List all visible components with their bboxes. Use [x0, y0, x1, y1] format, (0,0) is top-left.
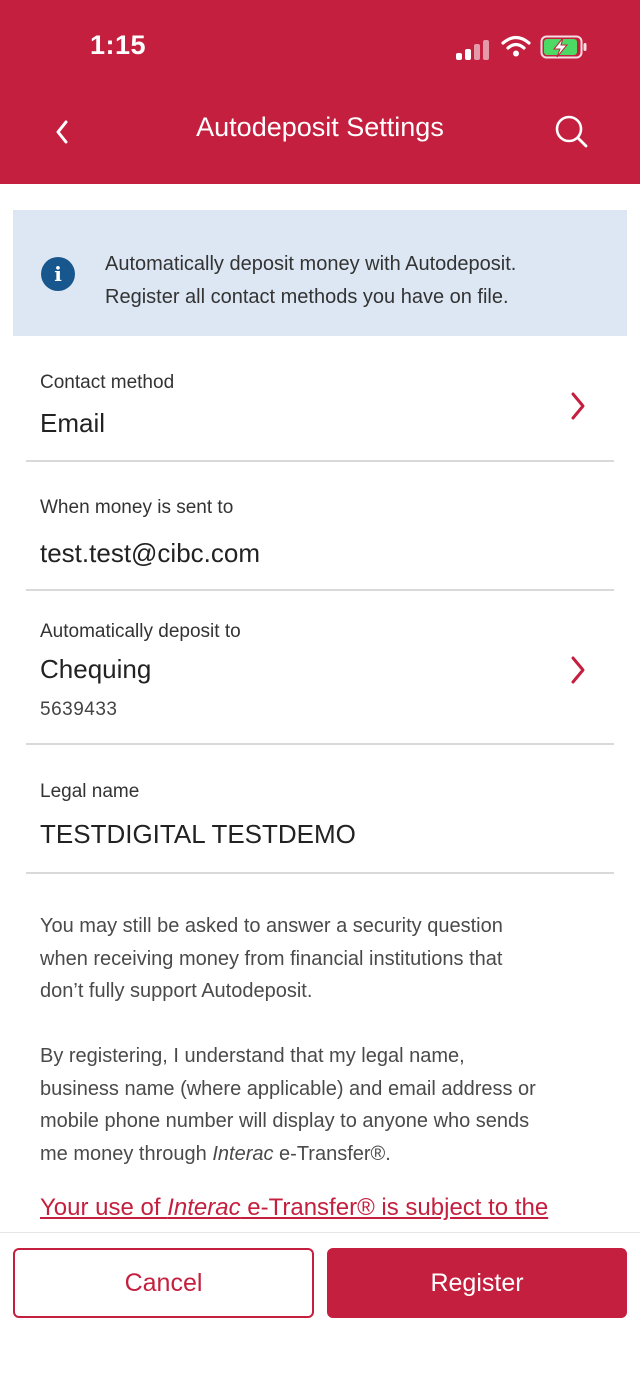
registration-disclaimer: By registering, I understand that my leg… [40, 1040, 600, 1170]
deposit-to-row[interactable]: Automatically deposit to Chequing 563943… [26, 591, 614, 745]
sent-to-label: When money is sent to [40, 497, 234, 518]
legal-name-value: TESTDIGITAL TESTDEMO [40, 819, 356, 849]
disclaimer-line: business name (where applicable) and ema… [40, 1077, 536, 1100]
disclaimer-line: mobile phone number will display to anyo… [40, 1110, 530, 1132]
disclaimer-text: e-Transfer®. [273, 1142, 391, 1165]
terms-link[interactable]: Your use of Interac e-Transfer® is subje… [40, 1194, 548, 1222]
sent-to-value: test.test@cibc.com [40, 538, 261, 568]
info-icon: i [41, 257, 75, 291]
status-time: 1:15 [90, 30, 147, 60]
disclaimer-line: when receiving money from financial inst… [40, 947, 503, 970]
chevron-left-icon [56, 120, 68, 144]
contact-method-row[interactable]: Contact method Email [26, 352, 614, 462]
action-footer: Cancel Register [0, 1232, 640, 1388]
cancel-button[interactable]: Cancel [13, 1248, 314, 1318]
page-title: Autodeposit Settings [196, 112, 444, 142]
security-disclaimer: You may still be asked to answer a secur… [40, 910, 600, 1008]
chevron-right-icon [571, 656, 585, 684]
interac-brand-text: Interac [212, 1142, 274, 1165]
cellular-signal-icon [456, 34, 492, 60]
sent-to-row: When money is sent to test.test@cibc.com [26, 462, 614, 591]
contact-method-value: Email [40, 408, 106, 438]
wifi-icon [501, 35, 531, 57]
account-number: 5639433 [40, 699, 118, 720]
legal-name-label: Legal name [40, 781, 140, 802]
disclaimer-line: You may still be asked to answer a secur… [40, 915, 503, 937]
disclaimer-line: me money through Interac e-Transfer®. [40, 1138, 600, 1171]
terms-link-text: Your use of [40, 1194, 168, 1221]
disclaimer-line: don’t fully support Autodeposit. [40, 980, 313, 1002]
contact-method-label: Contact method [40, 372, 175, 393]
terms-link-interac: Interac [167, 1194, 241, 1221]
info-banner: i Automatically deposit money with Autod… [13, 210, 627, 336]
search-button[interactable] [548, 108, 598, 158]
deposit-to-label: Automatically deposit to [40, 621, 241, 642]
terms-link-text: e-Transfer® is subject to the [240, 1194, 549, 1221]
battery-charging-icon [540, 35, 587, 59]
chevron-right-icon [571, 392, 585, 420]
info-line-1: Automatically deposit money with Autodep… [105, 253, 517, 275]
disclaimer-text: me money through [40, 1142, 213, 1165]
back-button[interactable] [40, 104, 84, 160]
disclaimer-line: By registering, I understand that my leg… [40, 1045, 465, 1067]
legal-name-row: Legal name TESTDIGITAL TESTDEMO [26, 745, 614, 874]
search-icon [555, 115, 588, 148]
app-header: 1:15 Autodeposit Settings [0, 0, 640, 184]
register-button[interactable]: Register [327, 1248, 627, 1318]
deposit-to-value: Chequing [40, 654, 152, 684]
info-banner-text: Automatically deposit money with Autodep… [105, 248, 605, 314]
info-line-2: Register all contact methods you have on… [105, 286, 509, 308]
